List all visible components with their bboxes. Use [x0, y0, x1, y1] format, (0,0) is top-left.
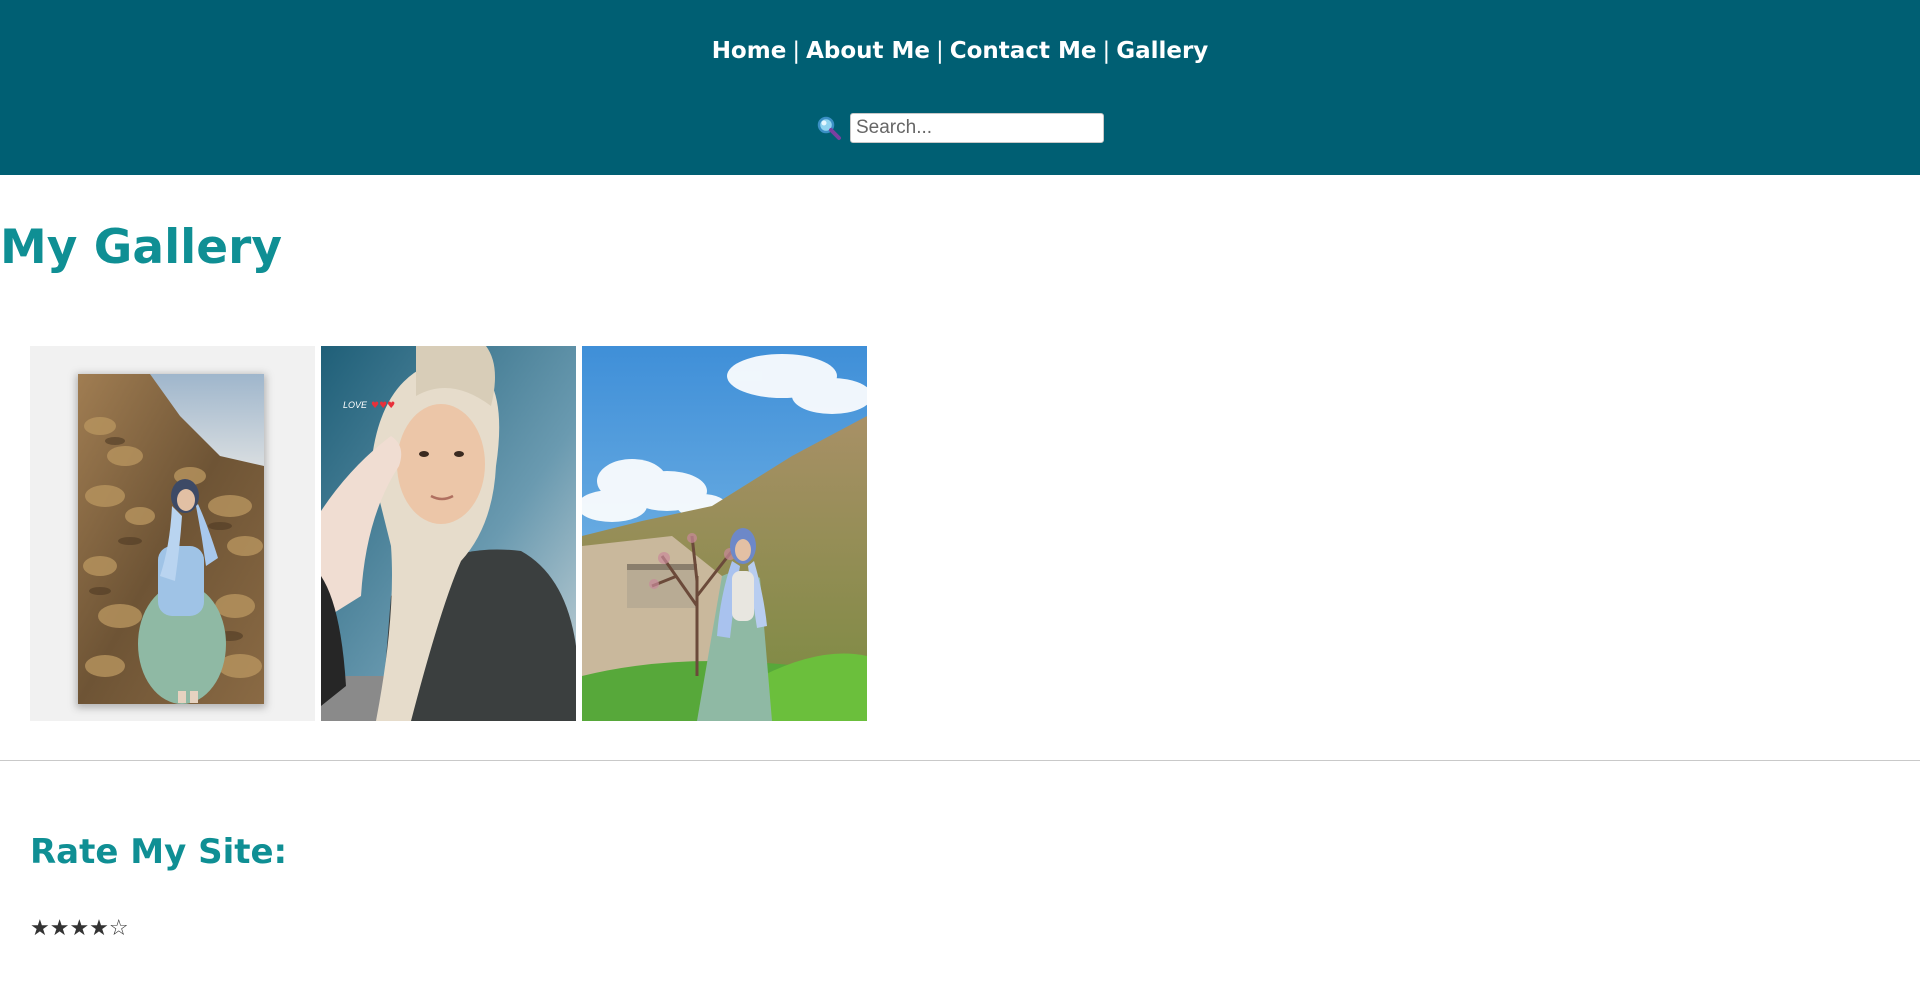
nav-contact-link[interactable]: Contact Me — [950, 38, 1097, 64]
photo-girl-selfie-hijab[interactable]: LOVE ♥♥♥ — [321, 346, 576, 721]
photo-girl-standing-by-tree[interactable] — [582, 346, 867, 721]
nav-about-link[interactable]: About Me — [806, 38, 930, 64]
nav-separator: | — [936, 38, 944, 64]
photo-gallery: LOVE ♥♥♥ — [30, 346, 867, 721]
nav-gallery-link[interactable]: Gallery — [1116, 38, 1208, 64]
main-nav: Home | About Me | Contact Me | Gallery — [0, 36, 1920, 66]
star-rating[interactable]: ★★★★☆ — [30, 916, 129, 941]
search-icon[interactable] — [816, 115, 842, 141]
rate-title: Rate My Site: — [30, 832, 288, 872]
photo-overlay-text: LOVE — [343, 400, 368, 410]
site-header: Home | About Me | Contact Me | Gallery — [0, 0, 1920, 175]
nav-separator: | — [792, 38, 801, 64]
search-input[interactable] — [850, 113, 1104, 143]
hearts-icon: ♥♥♥ — [371, 401, 395, 411]
section-divider — [0, 760, 1920, 761]
photo-girl-sitting-on-stone-wall[interactable] — [30, 346, 315, 721]
page-title: My Gallery — [0, 220, 282, 275]
nav-home-link[interactable]: Home — [712, 38, 787, 64]
nav-separator: | — [1102, 38, 1111, 64]
search-bar — [0, 113, 1920, 143]
